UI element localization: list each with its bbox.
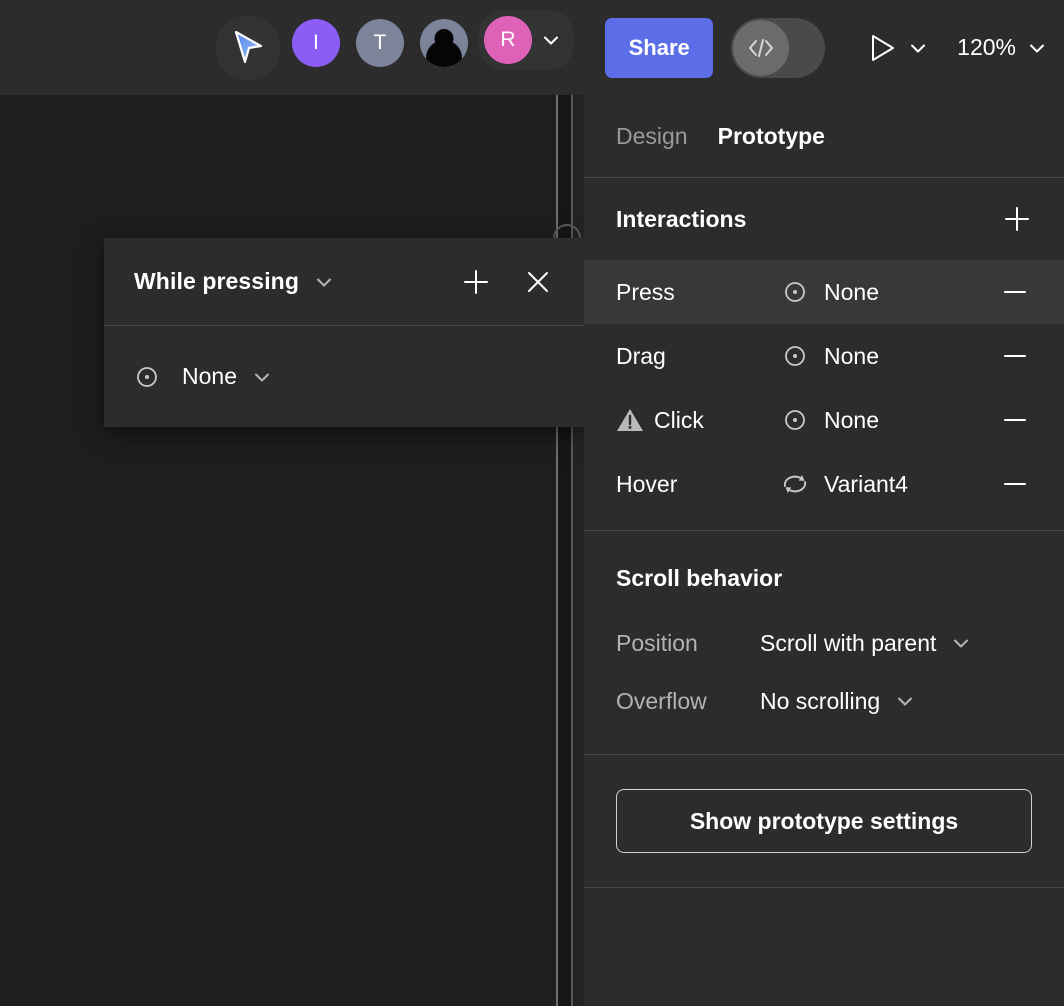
interaction-trigger: Click [616,407,778,434]
interaction-trigger: Press [616,279,778,306]
remove-interaction-button[interactable] [998,405,1032,435]
overflow-row: Overflow No scrolling [616,672,1032,730]
interaction-destination: None [824,342,879,369]
scroll-behavior-section: Scroll behavior Position Scroll with par… [584,531,1064,730]
share-button[interactable]: Share [605,17,714,78]
avatar[interactable]: R [484,16,532,64]
close-icon[interactable] [518,262,558,302]
top-toolbar: I T R Share 120% [0,0,1064,95]
avatar[interactable]: T [356,19,404,67]
multiplayer-cursor-icon [231,30,265,66]
chevron-down-icon[interactable] [894,690,916,712]
warning-icon [616,407,644,433]
remove-interaction-button[interactable] [998,341,1032,371]
interaction-destination: None [824,278,879,305]
tab-prototype[interactable]: Prototype [718,123,825,150]
popup-header: While pressing [104,238,584,326]
popup-action-value: None [182,363,237,389]
person-avatar-icon [420,19,468,67]
play-icon[interactable] [869,33,897,63]
chevron-down-icon[interactable] [251,366,273,388]
overflow-dropdown[interactable]: No scrolling [760,688,916,715]
popup-trigger-label: While pressing [134,268,299,294]
interaction-trigger-label: Click [654,406,704,433]
interaction-trigger: Drag [616,343,778,370]
remove-interaction-button[interactable] [998,469,1032,499]
toolbar-right-group: Share 120% [605,0,1048,95]
popup-action-row[interactable]: None [104,326,584,427]
collaborator-avatars: I T R [292,10,574,70]
figma-window: I T R Share 120% While pressing None Des… [0,0,1064,1006]
zoom-menu[interactable]: 120% [957,34,1048,61]
interaction-row-press[interactable]: Press None [584,260,1064,324]
overflow-value: No scrolling [760,687,881,714]
design-canvas[interactable] [0,95,584,1006]
remove-interaction-button[interactable] [998,277,1032,307]
plus-icon[interactable] [456,262,496,302]
target-icon [778,407,812,433]
interactions-section-header: Interactions [584,178,1064,260]
interaction-trigger: Hover [616,471,778,498]
right-sidebar: Design Prototype Interactions Press None… [584,95,1064,1006]
multiplayer-cursor-button[interactable] [216,16,280,80]
current-user-avatar-menu[interactable]: R [478,10,574,70]
interaction-trigger-label: Press [616,278,675,305]
interaction-details-popup: While pressing None [104,238,584,427]
avatar-initial: R [500,28,516,51]
position-row: Position Scroll with parent [616,614,1032,672]
target-icon [778,343,812,369]
show-prototype-settings-button[interactable]: Show prototype settings [616,789,1032,853]
avatar-initial: T [373,31,387,54]
add-interaction-button[interactable] [1002,204,1032,234]
prototype-settings-wrapper: Show prototype settings [584,755,1064,887]
code-brackets-icon [733,19,790,76]
interaction-destination: Variant4 [824,470,908,497]
chevron-down-icon[interactable] [1026,37,1048,59]
interaction-destination: None [824,406,879,433]
position-dropdown[interactable]: Scroll with parent [760,630,972,657]
person-body-icon [426,40,462,67]
position-label: Position [616,629,698,656]
panel-tabs: Design Prototype [584,95,1064,178]
avatar[interactable]: I [292,19,340,67]
chevron-down-icon[interactable] [540,29,562,51]
interactions-title: Interactions [616,205,747,232]
avatar-initial: I [312,31,320,54]
position-value: Scroll with parent [760,629,937,656]
target-icon [134,364,160,390]
interaction-trigger-label: Drag [616,342,666,369]
interaction-row-hover[interactable]: Hover Variant4 [584,452,1064,516]
target-icon [778,279,812,305]
chevron-down-icon[interactable] [950,632,972,654]
tab-design[interactable]: Design [616,123,688,150]
chevron-down-icon[interactable] [907,37,929,59]
interaction-row-drag[interactable]: Drag None [584,324,1064,388]
interaction-trigger-label: Hover [616,470,678,497]
interaction-row-click[interactable]: Click None [584,388,1064,452]
swap-icon [778,471,812,497]
overflow-label: Overflow [616,687,707,714]
avatar[interactable] [420,19,468,67]
scroll-behavior-title: Scroll behavior [616,565,783,591]
chevron-down-icon[interactable] [313,271,335,293]
divider [584,887,1064,888]
dev-mode-toggle[interactable] [731,17,826,78]
present-button-group[interactable] [869,33,929,63]
zoom-level-label: 120% [957,34,1016,60]
